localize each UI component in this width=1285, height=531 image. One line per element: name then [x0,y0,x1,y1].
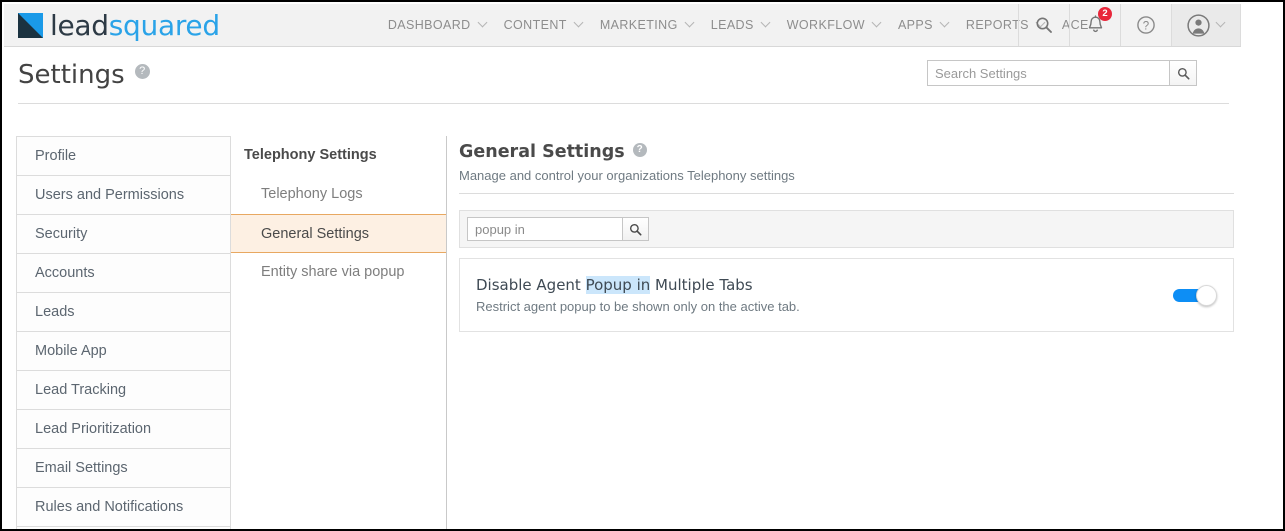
notifications-button[interactable]: 2 [1069,4,1120,46]
chevron-down-icon [762,19,771,28]
main-nav: DASHBOARD CONTENT MARKETING LEADS WORKFL… [388,4,1113,46]
nav-label-marketing: MARKETING [599,18,678,32]
submenu-heading: Telephony Settings [244,147,377,163]
sidebar-item-lead-prioritization[interactable]: Lead Prioritization [17,410,230,449]
setting-title-after: Multiple Tabs [650,276,753,294]
leadsquared-logo-icon [18,12,43,38]
help-button[interactable]: ? [1120,4,1171,46]
page-title-text: Settings [18,60,125,90]
help-icon: ? [1136,15,1156,35]
application-window: leadsquared DASHBOARD CONTENT MARKETING … [0,0,1285,531]
leadsquared-logo[interactable]: leadsquared [18,4,220,46]
search-icon [1035,16,1053,34]
setting-title-highlight: Popup in [585,276,651,294]
submenu-item-entity-share-via-popup[interactable]: Entity share via popup [231,253,446,292]
chevron-down-icon [873,19,882,28]
chevron-down-icon [575,19,584,28]
nav-item-workflow[interactable]: WORKFLOW [787,4,882,46]
nav-item-marketing[interactable]: MARKETING [600,4,695,46]
sidebar-item-users-and-permissions[interactable]: Users and Permissions [17,176,230,215]
submenu-item-general-settings[interactable]: General Settings [231,214,446,253]
main-content: General Settings? Manage and control you… [459,136,1237,332]
nav-label-dashboard: DASHBOARD [387,18,471,32]
search-settings-input[interactable] [927,60,1169,86]
settings-category-list: Profile Users and Permissions Security A… [16,136,231,529]
nav-item-dashboard[interactable]: DASHBOARD [388,4,488,46]
section-subtitle: Manage and control your organizations Te… [459,168,795,183]
submenu-item-telephony-logs[interactable]: Telephony Logs [231,175,446,214]
user-avatar-icon [1186,13,1210,37]
sidebar-item-rules-and-notifications[interactable]: Rules and Notifications [17,488,230,527]
global-search-button[interactable] [1018,4,1069,46]
chevron-down-icon [1217,19,1226,28]
user-menu-button[interactable] [1171,4,1241,46]
nav-label-apps: APPS [897,18,933,32]
nav-label-workflow: WORKFLOW [786,18,865,32]
nav-label-leads: LEADS [710,18,754,32]
sidebar-item-email-settings[interactable]: Email Settings [17,449,230,488]
section-help-icon[interactable]: ? [632,143,647,157]
topbar-actions: 2 ? [1018,4,1241,46]
chevron-down-icon [479,19,488,28]
search-icon [629,223,642,236]
sidebar-item-mobile-app[interactable]: Mobile App [17,332,230,371]
setting-title-before: Disable Agent [476,276,586,294]
page-header: Settings? [4,48,1241,123]
sidebar-item-profile[interactable]: Profile [17,137,230,176]
sidebar-item-lead-tracking[interactable]: Lead Tracking [17,371,230,410]
page-help-icon[interactable]: ? [134,64,150,79]
header-divider [18,103,1229,104]
section-title-text: General Settings [459,142,625,162]
chevron-down-icon [941,19,950,28]
nav-item-leads[interactable]: LEADS [711,4,771,46]
nav-item-apps[interactable]: APPS [898,4,950,46]
telephony-settings-submenu: Telephony Settings Telephony Logs Genera… [231,136,447,529]
sidebar-item-accounts[interactable]: Accounts [17,254,230,293]
top-navigation-bar: leadsquared DASHBOARD CONTENT MARKETING … [4,4,1241,47]
logo-text: leadsquared [50,9,220,42]
setting-title: Disable Agent Popup in Multiple Tabs [476,276,800,294]
setting-description: Restrict agent popup to be shown only on… [476,299,800,314]
logo-text-squared: squared [108,8,220,42]
settings-filter-input[interactable] [467,217,622,241]
settings-filter-panel [459,210,1234,248]
page-title: Settings? [18,60,150,90]
search-icon [1177,67,1190,80]
section-title: General Settings? [459,142,1237,162]
search-settings-button[interactable] [1169,60,1197,86]
nav-label-content: CONTENT [503,18,567,32]
settings-search [927,60,1197,86]
section-divider [459,193,1234,194]
toggle-knob [1196,285,1217,306]
svg-text:?: ? [1143,20,1149,32]
sidebar-item-security[interactable]: Security [17,215,230,254]
setting-row: Disable Agent Popup in Multiple Tabs Res… [459,258,1234,332]
sidebar-item-leads[interactable]: Leads [17,293,230,332]
chevron-down-icon [686,19,695,28]
setting-text-block: Disable Agent Popup in Multiple Tabs Res… [476,276,800,314]
sidebar-item-partial[interactable] [17,527,230,529]
disable-agent-popup-toggle[interactable] [1173,285,1217,306]
settings-filter-button[interactable] [622,217,649,241]
logo-text-lead: lead [50,8,109,42]
notification-count-badge: 2 [1098,7,1112,21]
nav-item-content[interactable]: CONTENT [504,4,584,46]
